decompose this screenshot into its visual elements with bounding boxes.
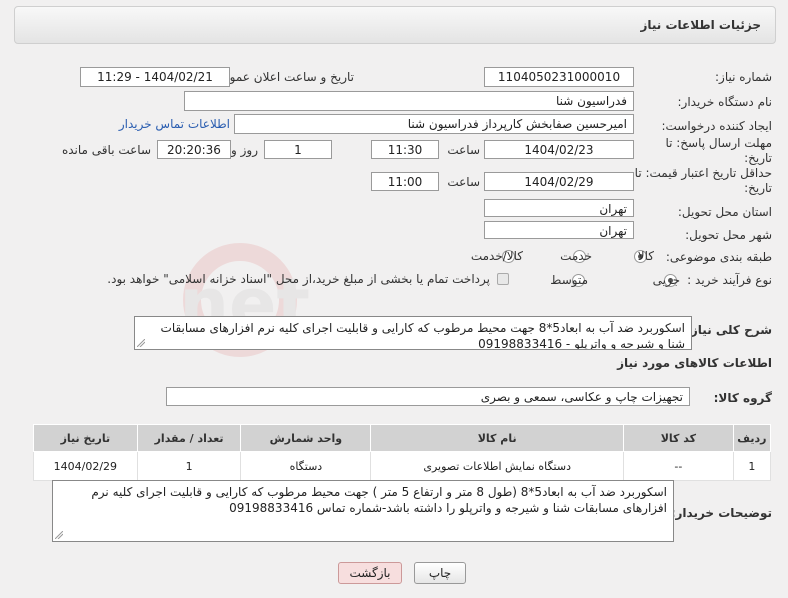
province-field: تهران [484, 199, 634, 217]
resize-handle-icon[interactable] [137, 339, 145, 347]
general-desc-field: اسکوربرد ضد آب به ابعاد5*8 جهت محیط مرطو… [134, 316, 692, 350]
requester-field: امیرحسین صفابخش کارپرداز فدراسیون شنا [234, 114, 634, 134]
reply-date-field: 1404/02/23 [484, 140, 634, 159]
cell-goods-name: دستگاه نمایش اطلاعات تصویری [370, 451, 625, 481]
goods-section-title: اطلاعات کالاهای مورد نیاز [617, 356, 772, 370]
col-goods-code: کد کالا [623, 424, 734, 452]
back-button[interactable]: بازگشت [338, 562, 402, 584]
category-option-both: کالا/خدمت [470, 249, 523, 263]
remaining-label: ساعت باقی مانده [61, 143, 151, 157]
items-table: ردیف کد کالا نام کالا واحد شمارش تعداد /… [33, 424, 772, 481]
requester-label: ایجاد کننده درخواست: [661, 119, 772, 133]
price-time-field: 11:00 [371, 172, 439, 191]
process-option-minor: جزیی [652, 273, 680, 287]
general-desc-text: اسکوربرد ضد آب به ابعاد5*8 جهت محیط مرطو… [160, 321, 685, 350]
city-field: تهران [484, 221, 634, 239]
category-label: طبقه بندی موضوعی: [665, 250, 772, 264]
buyer-notes-label: توضیحات خریدار: [670, 506, 772, 520]
resize-handle-icon[interactable] [55, 531, 63, 539]
buyer-org-label: نام دستگاه خریدار: [677, 95, 773, 109]
announce-label: تاریخ و ساعت اعلان عمومی: [209, 70, 354, 84]
province-label: استان محل تحویل: [677, 205, 772, 219]
price-date-field: 1404/02/29 [484, 172, 634, 191]
city-label: شهر محل تحویل: [685, 228, 772, 242]
days-field: 1 [264, 140, 332, 159]
items-table-header: ردیف کد کالا نام کالا واحد شمارش تعداد /… [33, 424, 772, 452]
col-goods-name: نام کالا [370, 424, 625, 452]
process-label: نوع فرآیند خرید : [687, 273, 772, 287]
reply-deadline-label: مهلت ارسال پاسخ: تا تاریخ: [665, 136, 772, 165]
days-label: روز و [231, 143, 258, 157]
buyer-notes-text: اسکوربرد ضد آب به ابعاد5*8 (طول 8 متر و … [91, 485, 667, 515]
goods-group-field: تجهیزات چاپ و عکاسی، سمعی و بصری [166, 387, 690, 406]
process-option-medium: متوسط [550, 273, 588, 287]
reply-hour-label: ساعت [447, 143, 480, 157]
cell-unit: دستگاه [240, 451, 372, 481]
col-quantity: تعداد / مقدار [136, 424, 242, 452]
cell-need-date: 1404/02/29 [33, 451, 138, 481]
cell-row-number: 1 [732, 451, 772, 481]
category-option-goods: کالا [637, 249, 654, 263]
goods-group-label: گروه کالا: [713, 391, 772, 405]
buyer-contact-link[interactable]: اطلاعات تماس خریدار [119, 117, 230, 131]
col-unit: واحد شمارش [240, 424, 372, 452]
buyer-notes-field: اسکوربرد ضد آب به ابعاد5*8 (طول 8 متر و … [52, 480, 674, 542]
announce-field: 1404/02/21 - 11:29 [80, 67, 230, 87]
header-panel: جزئیات اطلاعات نیاز [14, 6, 776, 44]
print-button[interactable]: چاپ [414, 562, 466, 584]
payment-checkbox[interactable] [497, 273, 509, 285]
payment-note: پرداخت تمام یا بخشی از مبلغ خرید،از محل … [107, 272, 490, 286]
cell-quantity: 1 [136, 451, 242, 481]
remaining-time-field: 20:20:36 [157, 140, 231, 159]
reply-time-field: 11:30 [371, 140, 439, 159]
cell-goods-code: -- [623, 451, 734, 481]
page-title: جزئیات اطلاعات نیاز [640, 18, 761, 32]
category-option-service: خدمت [560, 249, 592, 263]
general-desc-label: شرح کلی نیاز: [686, 323, 772, 337]
price-hour-label: ساعت [447, 175, 480, 189]
price-deadline-label: حداقل تاریخ اعتبار قیمت: تا تاریخ: [634, 166, 772, 195]
need-number-label: شماره نیاز: [715, 70, 772, 84]
col-need-date: تاریخ نیاز [33, 424, 138, 452]
need-number-field: 1104050231000010 [484, 67, 634, 87]
col-row-number: ردیف [732, 424, 772, 452]
table-row[interactable]: 1 -- دستگاه نمایش اطلاعات تصویری دستگاه … [33, 451, 772, 481]
buyer-org-field: فدراسیون شنا [184, 91, 634, 111]
